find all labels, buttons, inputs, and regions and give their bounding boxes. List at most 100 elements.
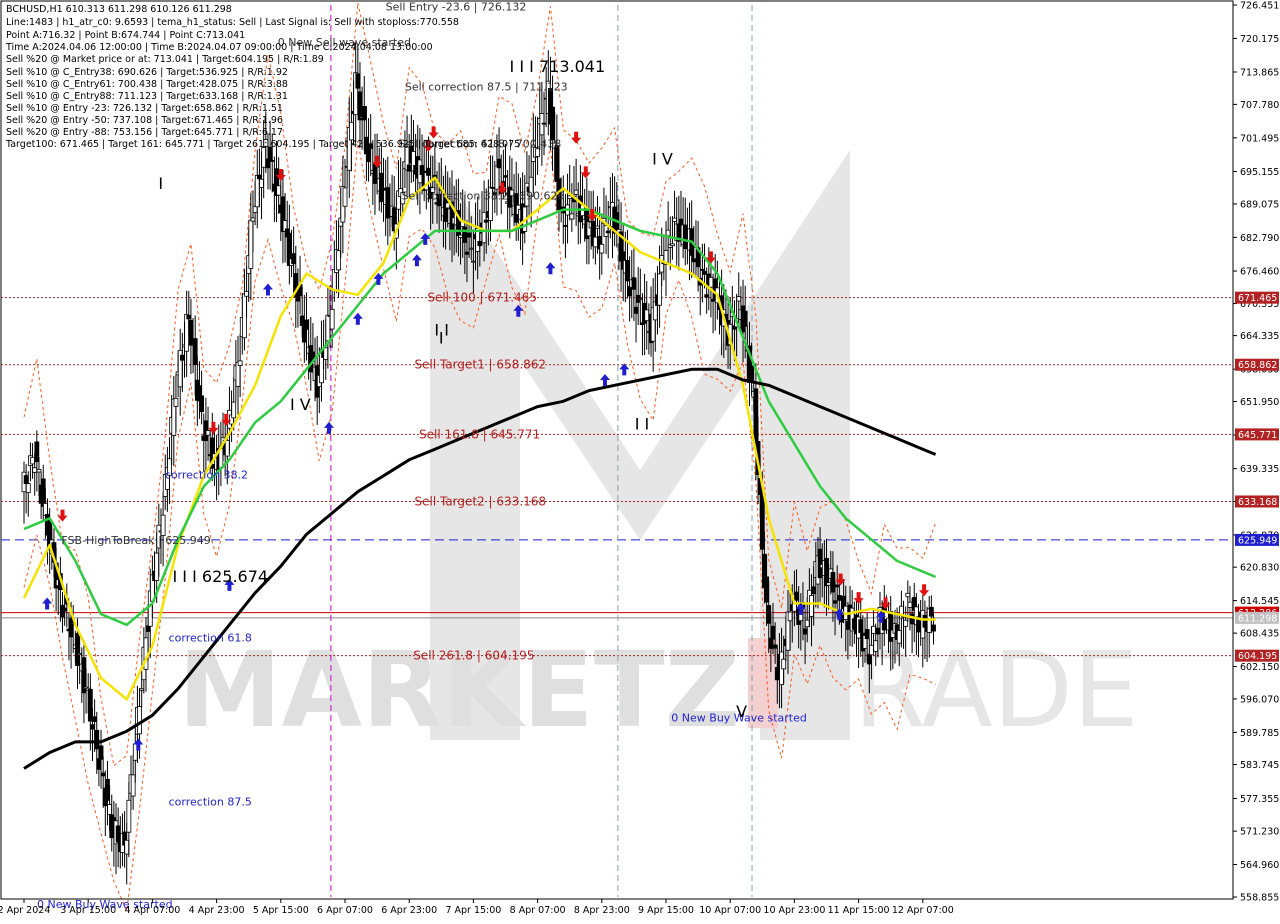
price-bar-body [873, 640, 879, 652]
wave-label: I I [635, 415, 650, 434]
price-bar-body [87, 688, 93, 722]
price-bar-body [490, 187, 496, 189]
price-bar-body [605, 230, 611, 234]
price-bar-body [770, 625, 776, 640]
price-bar-body [124, 839, 130, 855]
price-bar-body [736, 296, 742, 302]
price-bar-body [186, 314, 192, 320]
price-bar-body [483, 219, 489, 223]
price-bar-body [179, 354, 185, 361]
info-line: BCHUSD,H1 610.313 611.298 610.126 611.29… [6, 4, 232, 15]
price-bar-body [826, 582, 832, 586]
price-bar-body [665, 229, 671, 237]
price-bar-body [342, 187, 348, 207]
info-line: Sell %10 @ C_Entry88: 711.123 | Target:6… [6, 91, 288, 102]
price-bar-body [336, 250, 341, 271]
annotation-label: correction 38.2 [165, 469, 248, 482]
price-tick-label: 596.070 [1240, 694, 1279, 705]
price-tick-label: 682.790 [1240, 233, 1279, 244]
price-bar-body [244, 291, 249, 297]
price-bar-body [811, 586, 817, 595]
info-line: Sell %20 @ Entry -50: 737.108 | Target:6… [6, 115, 283, 126]
time-tick-label: 6 Apr 07:00 [317, 905, 373, 916]
time-tick-label: 8 Apr 23:00 [574, 905, 630, 916]
price-bar-body [458, 234, 463, 238]
wave-label: V [736, 702, 747, 721]
price-bar-body [798, 613, 804, 622]
time-tick-label: 3 Apr 15:00 [60, 905, 116, 916]
price-bar-body [896, 630, 902, 644]
annotation-label: correction 61.8 [169, 632, 252, 645]
annotation-label: Sell Entry -23.6 | 726.132 [386, 1, 527, 14]
price-bar-body [224, 439, 230, 457]
price-bar-body [869, 644, 874, 656]
price-bar-body [96, 758, 102, 770]
price-bar-body [503, 175, 508, 178]
price-bar-body [259, 178, 264, 188]
price-bar-body [644, 309, 650, 322]
price-tick-label: 639.335 [1240, 464, 1279, 475]
price-bar-body [254, 175, 260, 208]
price-bar-body [804, 619, 810, 628]
watermark-suffix-text: TRADE [789, 629, 1139, 751]
price-bar-body [907, 601, 913, 608]
price-bar-body [406, 164, 412, 172]
annotation-label: Sell correction 87.5 | 711.123 [405, 81, 568, 94]
price-bar-body [699, 268, 705, 271]
price-bar-body [670, 243, 675, 247]
chart-window[interactable]: MARKETZI TRADE Sell Entry -23.6 | 726.13… [0, 0, 1280, 920]
price-tick-label: 726.451 [1240, 1, 1279, 12]
info-line: Line:1483 | h1_atr_c0: 9.6593 | tema_h1_… [6, 17, 459, 28]
price-bar-body [759, 494, 765, 550]
price-tick-label: 602.150 [1240, 662, 1279, 673]
price-bar-body [470, 260, 476, 263]
annotation-label: Sell Target1 | 658.862 [415, 358, 547, 372]
price-chart[interactable]: MARKETZI TRADE Sell Entry -23.6 | 726.13… [0, 0, 1280, 920]
price-bar-body [909, 613, 915, 625]
price-bar-body [361, 106, 367, 121]
price-bar-body [772, 644, 778, 649]
price-tag-label: 633.168 [1238, 497, 1277, 508]
watermark-brand-text: MARKETZI [178, 629, 779, 751]
time-tick-label: 4 Apr 07:00 [124, 905, 180, 916]
price-bar-body [858, 619, 864, 633]
price-bar-body [323, 347, 329, 360]
price-bar-body [355, 73, 361, 89]
price-tick-label: 701.495 [1240, 133, 1279, 144]
price-bar-body [385, 187, 391, 219]
price-bar-body [781, 658, 787, 670]
price-tag-label: 625.949 [1238, 535, 1277, 546]
price-bar-body [32, 467, 38, 473]
price-tick-label: 589.785 [1240, 728, 1279, 739]
price-bar-body [276, 185, 282, 196]
price-bar-body [107, 804, 112, 815]
price-bar-body [250, 217, 256, 222]
time-tick-label: 7 Apr 15:00 [445, 905, 501, 916]
price-bar-body [481, 211, 487, 244]
info-line: Sell %20 @ Entry -88: 753.156 | Target:6… [6, 127, 283, 138]
price-bar-body [787, 611, 793, 622]
price-bar-body [100, 772, 106, 777]
price-bar-body [742, 310, 748, 327]
annotation-label: Sell 161.8 | 645.771 [419, 427, 540, 441]
price-bar-body [261, 147, 267, 168]
price-bar-body [866, 653, 872, 665]
price-bar-body [494, 165, 500, 190]
annotation-label: FSB-HighToBreak | 625.949 [61, 534, 210, 547]
price-bar-body [573, 189, 579, 195]
price-bar-body [242, 293, 247, 339]
price-tag-label: 645.771 [1238, 430, 1277, 441]
time-tick-label: 10 Apr 07:00 [699, 905, 761, 916]
time-axis[interactable]: 2 Apr 2024 3 Apr 15:00 4 Apr 07:00 4 Apr 23… [0, 898, 1233, 916]
price-bar-body [445, 202, 451, 209]
annotation-label: correction 87.5 [169, 795, 252, 808]
price-bar-body [678, 218, 684, 225]
price-tick-label: 676.460 [1240, 267, 1279, 278]
price-axis[interactable]: 726.451 720.175 713.865 707.780 701.495 695.1… [1232, 1, 1279, 904]
price-bar-body [94, 729, 100, 750]
price-bar-body [550, 106, 555, 141]
price-bar-body [90, 724, 95, 730]
wave-label: I I I 713.041 [510, 57, 606, 76]
price-bar-body [139, 688, 145, 691]
price-bar-body [34, 441, 40, 463]
